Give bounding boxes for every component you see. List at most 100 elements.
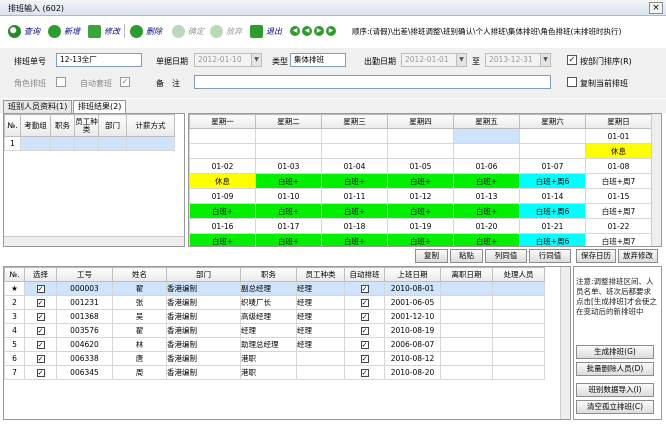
calendar-cell[interactable]: 01-01 (585, 128, 652, 144)
col-header[interactable]: 处理人员 (492, 267, 545, 282)
calendar-cell[interactable]: 01-05 (387, 158, 454, 174)
calendar-cell[interactable] (321, 128, 388, 144)
calendar-cell[interactable]: 白班+ (189, 203, 256, 219)
calendar-cell[interactable]: 白班+ (453, 233, 520, 246)
calendar-cell[interactable]: 01-09 (189, 188, 256, 204)
horizontal-scrollbar[interactable] (4, 236, 184, 246)
col-header[interactable]: 自动排班 (344, 267, 385, 282)
calendar-cell[interactable] (453, 128, 520, 144)
weekday-header[interactable]: 星期四 (387, 114, 454, 129)
calendar-cell[interactable]: 白班+周7 (585, 233, 652, 246)
calendar-cell[interactable]: 01-04 (321, 158, 388, 174)
calendar-cell[interactable]: 01-22 (585, 218, 652, 234)
calendar-cell[interactable]: 01-06 (453, 158, 520, 174)
weekday-header[interactable]: 星期一 (189, 114, 256, 129)
clear-orphan-button[interactable]: 清空孤立排班(C) (576, 400, 654, 414)
calendar-cell[interactable]: 白班+ (255, 203, 322, 219)
column-same-button[interactable]: 列同值 (485, 249, 527, 263)
table-row[interactable]: 1 (4, 136, 175, 151)
table-row[interactable]: 6 ✓ 006338 唐香港编制 港职 ✓ 2010-08-12 (4, 351, 545, 366)
table-row[interactable]: 2 ✓ 001231 张香港编制 织唛厂长 经理 ✓ 2001-06-05 (4, 295, 545, 310)
doc-date-input[interactable]: 2012-01-10 ▼ (194, 53, 262, 67)
close-button[interactable]: × (649, 2, 663, 14)
col-header[interactable]: 姓名 (112, 267, 167, 282)
copy-button[interactable]: 复制 (415, 249, 448, 263)
calendar-cell[interactable]: 01-20 (453, 218, 520, 234)
table-row[interactable]: 7 ✓ 006345 周香港编制 港职 ✓ 2010-08-20 (4, 365, 545, 380)
auto-schedule-checkbox[interactable]: ✓ (344, 281, 385, 296)
calendar-cell[interactable]: 01-12 (387, 188, 454, 204)
auto-schedule-checkbox[interactable]: ✓ (344, 309, 385, 324)
col-header[interactable]: №. (4, 267, 25, 282)
calendar-cell[interactable]: 白班+ (387, 173, 454, 189)
discard-changes-button[interactable]: 放弃修改 (618, 249, 658, 263)
col-header[interactable]: 员工种类 (296, 267, 345, 282)
weekday-header[interactable]: 星期日 (585, 114, 652, 129)
weekday-header[interactable]: 星期三 (321, 114, 388, 129)
col-header[interactable]: 部门 (98, 114, 127, 137)
table-row[interactable]: ★ ✓ 000003 翟香港编制 副总经理 经理 ✓ 2010-08-01 (4, 281, 545, 296)
dropdown-arrow-icon[interactable]: ▼ (456, 54, 466, 66)
col-header[interactable]: 上班日期 (384, 267, 441, 282)
select-checkbox[interactable]: ✓ (24, 351, 57, 366)
query-button[interactable]: 查询 (8, 23, 40, 39)
calendar-cell[interactable]: 01-13 (453, 188, 520, 204)
schedule-no-input[interactable]: 12-13全厂 (56, 53, 142, 67)
select-checkbox[interactable]: ✓ (24, 295, 57, 310)
calendar-cell[interactable]: 01-16 (189, 218, 256, 234)
delete-button[interactable]: 删除 (130, 23, 162, 39)
col-header[interactable]: №. (4, 114, 21, 137)
table-row[interactable]: 5 ✓ 004620 林香港编制 助理总经理 经理 ✓ 2006-08-07 (4, 337, 545, 352)
calendar-cell[interactable]: 白班+ (189, 233, 256, 246)
auto-schedule-checkbox[interactable]: ✓ (344, 337, 385, 352)
next-record-icon[interactable]: ▶ (314, 26, 324, 36)
first-record-icon[interactable]: ◀ (290, 26, 300, 36)
edit-button[interactable]: 修改 (88, 23, 120, 39)
calendar-cell[interactable]: 休息 (585, 143, 652, 159)
calendar-cell[interactable]: 白班+ (255, 173, 322, 189)
auto-schedule-checkbox[interactable]: ✓ (344, 365, 385, 380)
calendar-cell[interactable]: 01-21 (519, 218, 586, 234)
calendar-cell[interactable]: 白班+周7 (585, 203, 652, 219)
calendar-cell[interactable]: 01-02 (189, 158, 256, 174)
calendar-cell[interactable] (519, 128, 586, 144)
copy-checkbox[interactable] (567, 77, 577, 87)
calendar-cell[interactable]: 01-15 (585, 188, 652, 204)
calendar-cell[interactable]: 01-07 (519, 158, 586, 174)
save-calendar-button[interactable]: 保存日历 (576, 249, 616, 263)
calendar-cell[interactable] (255, 128, 322, 144)
col-header[interactable]: 考勤组 (20, 114, 51, 137)
col-header[interactable]: 部门 (166, 267, 241, 282)
calendar-cell[interactable]: 01-10 (255, 188, 322, 204)
confirm-button[interactable]: 确定 (172, 23, 204, 39)
calendar-cell[interactable]: 白班+周6 (519, 233, 586, 246)
calendar-cell[interactable]: 白班+周6 (519, 203, 586, 219)
tab-personnel[interactable]: 班别人员资料(1) (3, 100, 73, 113)
weekday-header[interactable]: 星期五 (453, 114, 520, 129)
batch-delete-button[interactable]: 批量删除人员(D) (576, 362, 654, 376)
import-shift-button[interactable]: 班别数据导入(I) (576, 383, 654, 397)
col-header[interactable]: 职务 (50, 114, 75, 137)
attend-from-input[interactable]: 2012-01-01 ▼ (401, 53, 467, 67)
remark-input[interactable] (194, 75, 551, 89)
generate-schedule-button[interactable]: 生成排班(G) (576, 345, 654, 359)
col-header[interactable]: 计薪方式 (126, 114, 175, 137)
select-checkbox[interactable]: ✓ (24, 309, 57, 324)
auto-schedule-checkbox[interactable]: ✓ (344, 295, 385, 310)
calendar-cell[interactable]: 白班+ (453, 203, 520, 219)
calendar-cell[interactable]: 01-08 (585, 158, 652, 174)
prev-record-icon[interactable]: ◀ (302, 26, 312, 36)
calendar-cell[interactable] (387, 143, 454, 159)
calendar-cell[interactable]: 01-03 (255, 158, 322, 174)
auto-checkbox[interactable]: ✓ (120, 77, 130, 87)
type-input[interactable]: 集体排班 (290, 53, 346, 67)
select-checkbox[interactable]: ✓ (24, 281, 57, 296)
table-row[interactable]: 4 ✓ 003576 翟香港编制 经理 经理 ✓ 2010-08-19 (4, 323, 545, 338)
col-header[interactable]: 工号 (56, 267, 113, 282)
calendar-cell[interactable]: 休息 (189, 173, 256, 189)
last-record-icon[interactable]: ▶ (326, 26, 336, 36)
row-same-button[interactable]: 行同值 (529, 249, 571, 263)
weekday-header[interactable]: 星期二 (255, 114, 322, 129)
add-button[interactable]: 新增 (48, 23, 80, 39)
calendar-cell[interactable] (519, 143, 586, 159)
